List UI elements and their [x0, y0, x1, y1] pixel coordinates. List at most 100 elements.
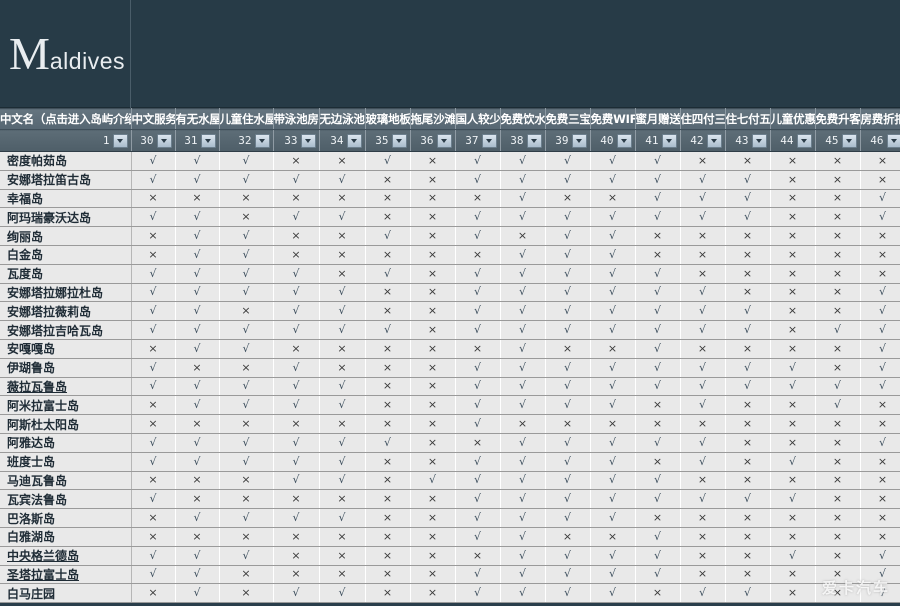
resort-name-link[interactable]: 安娜塔拉笛古岛	[7, 173, 91, 187]
resort-name-cell[interactable]: 白金岛	[0, 245, 132, 265]
filter-cell-11[interactable]: 40	[590, 129, 636, 152]
chevron-down-icon[interactable]	[796, 133, 812, 148]
filter-cell-17[interactable]: 46	[860, 129, 900, 152]
chevron-down-icon[interactable]	[112, 133, 128, 148]
filter-cell-4[interactable]: 33	[273, 129, 320, 152]
resort-name-link[interactable]: 伊瑚鲁岛	[7, 361, 55, 375]
resort-name-cell[interactable]: 阿米拉富士岛	[0, 395, 132, 416]
resort-name-cell[interactable]: 伊瑚鲁岛	[0, 358, 132, 378]
resort-name-link[interactable]: 巴洛斯岛	[7, 512, 55, 526]
filter-cell-15[interactable]: 44	[770, 129, 816, 152]
column-header-1[interactable]: 中文服务	[131, 108, 176, 130]
resort-name-link[interactable]: 阿玛瑞豪沃达岛	[7, 211, 91, 225]
resort-name-cell[interactable]: 白马庄园	[0, 583, 132, 604]
column-header-5[interactable]: 无边泳池	[319, 108, 366, 130]
chevron-down-icon[interactable]	[254, 133, 270, 148]
column-header-4[interactable]: 带泳池房	[273, 108, 320, 130]
chevron-down-icon[interactable]	[886, 133, 900, 148]
resort-name-cell[interactable]: 安娜塔拉薇莉岛	[0, 301, 132, 322]
column-header-7[interactable]: 拖尾沙滩	[410, 108, 456, 130]
column-header-11[interactable]: 免费WIFI	[590, 108, 636, 130]
resort-name-link[interactable]: 白马庄园	[7, 587, 55, 601]
chevron-down-icon[interactable]	[661, 133, 677, 148]
resort-name-link[interactable]: 密度帕茹岛	[7, 154, 67, 168]
column-header-9[interactable]: 免费饮水	[500, 108, 546, 130]
filter-cell-2[interactable]: 31	[175, 129, 220, 152]
resort-name-link[interactable]: 安娜塔拉娜拉杜岛	[7, 286, 103, 300]
column-header-3[interactable]: 儿童住水屋	[219, 108, 274, 130]
column-header-12[interactable]: 蜜月赠送	[635, 108, 681, 130]
column-header-8[interactable]: 国人较少	[455, 108, 501, 130]
filter-cell-6[interactable]: 35	[365, 129, 411, 152]
resort-name-cell[interactable]: 阿斯杜太阳岛	[0, 414, 132, 434]
resort-name-link[interactable]: 安娜塔拉薇莉岛	[7, 305, 91, 319]
filter-cell-14[interactable]: 43	[725, 129, 771, 152]
resort-name-cell[interactable]: 薇拉瓦鲁岛	[0, 377, 132, 397]
resort-name-cell[interactable]: 瓦宾法鲁岛	[0, 489, 132, 510]
filter-cell-16[interactable]: 45	[815, 129, 861, 152]
resort-name-cell[interactable]: 巴洛斯岛	[0, 508, 132, 528]
resort-name-cell[interactable]: 班度士岛	[0, 452, 132, 472]
resort-name-link[interactable]: 圣塔拉富士岛	[7, 568, 79, 582]
resort-name-link[interactable]: 中央格兰德岛	[7, 549, 79, 563]
filter-cell-13[interactable]: 42	[680, 129, 726, 152]
chevron-down-icon[interactable]	[706, 133, 722, 148]
filter-cell-5[interactable]: 34	[319, 129, 366, 152]
resort-name-cell[interactable]: 安娜塔拉娜拉杜岛	[0, 283, 132, 303]
resort-name-cell[interactable]: 白雅湖岛	[0, 527, 132, 547]
resort-name-cell[interactable]: 幸福岛	[0, 189, 132, 209]
filter-cell-7[interactable]: 36	[410, 129, 456, 152]
column-header-17[interactable]: 房费折扣	[860, 108, 900, 130]
resort-name-cell[interactable]: 阿雅达岛	[0, 433, 132, 453]
column-header-13[interactable]: 住四付三	[680, 108, 726, 130]
chevron-down-icon[interactable]	[200, 133, 216, 148]
chevron-down-icon[interactable]	[436, 133, 452, 148]
column-header-14[interactable]: 住七付五	[725, 108, 771, 130]
resort-name-link[interactable]: 绚丽岛	[7, 230, 43, 244]
chevron-down-icon[interactable]	[526, 133, 542, 148]
chevron-down-icon[interactable]	[571, 133, 587, 148]
filter-cell-12[interactable]: 41	[635, 129, 681, 152]
resort-name-cell[interactable]: 安娜塔拉笛古岛	[0, 170, 132, 190]
resort-name-cell[interactable]: 马迪瓦鲁岛	[0, 471, 132, 491]
filter-cell-3[interactable]: 32	[219, 129, 274, 152]
column-header-0[interactable]: 中文名（点击进入岛屿介绍）	[0, 108, 132, 130]
resort-name-link[interactable]: 安娜塔拉吉哈瓦岛	[7, 324, 103, 338]
column-header-6[interactable]: 玻璃地板	[365, 108, 411, 130]
resort-name-cell[interactable]: 瓦度岛	[0, 264, 132, 284]
filter-cell-0[interactable]: 1	[0, 129, 132, 152]
resort-name-link[interactable]: 阿雅达岛	[7, 436, 55, 450]
column-header-16[interactable]: 免费升客	[815, 108, 861, 130]
chevron-down-icon[interactable]	[616, 133, 632, 148]
column-header-2[interactable]: 有无水屋	[175, 108, 220, 130]
resort-name-link[interactable]: 白雅湖岛	[7, 530, 55, 544]
chevron-down-icon[interactable]	[346, 133, 362, 148]
filter-cell-8[interactable]: 37	[455, 129, 501, 152]
filter-cell-9[interactable]: 38	[500, 129, 546, 152]
resort-name-cell[interactable]: 圣塔拉富士岛	[0, 565, 132, 585]
chevron-down-icon[interactable]	[300, 133, 316, 148]
resort-name-link[interactable]: 白金岛	[7, 248, 43, 262]
column-header-10[interactable]: 免费三宝	[545, 108, 591, 130]
resort-name-link[interactable]: 阿米拉富士岛	[7, 399, 79, 413]
chevron-down-icon[interactable]	[156, 133, 172, 148]
resort-name-cell[interactable]: 中央格兰德岛	[0, 546, 132, 566]
column-header-15[interactable]: 儿童优惠	[770, 108, 816, 130]
resort-name-link[interactable]: 马迪瓦鲁岛	[7, 474, 67, 488]
chevron-down-icon[interactable]	[841, 133, 857, 148]
resort-name-link[interactable]: 瓦度岛	[7, 267, 43, 281]
resort-name-cell[interactable]: 安嘎嘎岛	[0, 339, 132, 359]
chevron-down-icon[interactable]	[751, 133, 767, 148]
resort-name-link[interactable]: 瓦宾法鲁岛	[7, 493, 67, 507]
resort-name-link[interactable]: 阿斯杜太阳岛	[7, 418, 79, 432]
resort-name-cell[interactable]: 阿玛瑞豪沃达岛	[0, 207, 132, 228]
resort-name-cell[interactable]: 安娜塔拉吉哈瓦岛	[0, 320, 132, 340]
resort-name-cell[interactable]: 绚丽岛	[0, 226, 132, 246]
resort-name-link[interactable]: 安嘎嘎岛	[7, 342, 55, 356]
resort-name-cell[interactable]: 密度帕茹岛	[0, 151, 132, 171]
chevron-down-icon[interactable]	[481, 133, 497, 148]
resort-name-link[interactable]: 薇拉瓦鲁岛	[7, 380, 67, 394]
resort-name-link[interactable]: 幸福岛	[7, 192, 43, 206]
filter-cell-10[interactable]: 39	[545, 129, 591, 152]
column-filter-row[interactable]: 1303132333435363738394041424344454647	[0, 129, 900, 152]
